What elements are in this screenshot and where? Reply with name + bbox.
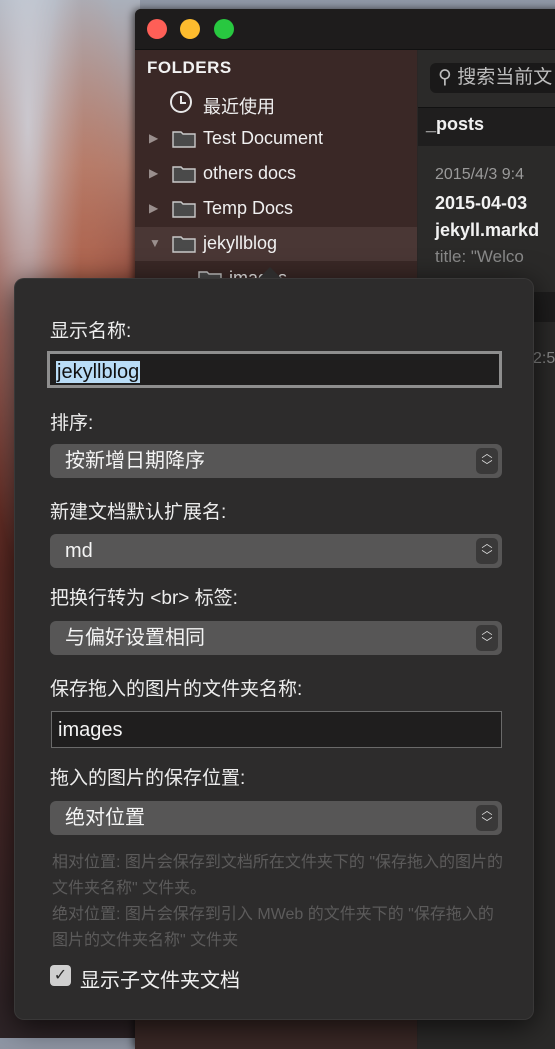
folder-settings-popover: 显示名称: jekyllblog 排序: 按新增日期降序 ︿ ﹀ 新建文档默认扩展… — [14, 267, 534, 1020]
disclosure-triangle-icon[interactable]: ▶ — [149, 166, 158, 180]
show-subfolder-docs-label: 显示子文件夹文档 — [80, 970, 240, 992]
sort-label: 排序: — [50, 413, 94, 434]
help-text-relative: 相对位置: 图片会保存到文档所在文件夹下的 "保存拖入的图片的文件夹名称" 文件… — [52, 854, 504, 897]
sidebar-item-label: 最近使用 — [203, 97, 275, 117]
sidebar-title: FOLDERS — [147, 58, 232, 77]
document-snippet: title: "Welco — [435, 247, 524, 266]
section-header: _posts — [418, 107, 555, 146]
br-value: 与偏好设置相同 — [65, 627, 205, 649]
clock-icon — [170, 91, 192, 113]
display-name-field[interactable]: jekyllblog — [47, 351, 502, 388]
sidebar-item-temp-docs[interactable]: ▶ Temp Docs — [135, 192, 417, 226]
sidebar-item-label: Test Document — [203, 128, 324, 148]
display-name-value: jekyllblog — [56, 361, 141, 383]
extension-select[interactable]: md ︿ ﹀ — [50, 534, 502, 568]
document-date: 2015/4/3 9:4 — [435, 166, 524, 183]
title-bar — [135, 9, 555, 50]
br-label: 把换行转为 <br> 标签: — [50, 588, 238, 609]
chevron-updown-icon: ︿ ﹀ — [476, 805, 498, 831]
sidebar-item-test-document[interactable]: ▶ Test Document — [135, 122, 417, 156]
folder-icon — [172, 166, 196, 183]
zoom-button[interactable] — [214, 19, 234, 39]
sidebar-item-label: Temp Docs — [203, 198, 294, 218]
image-folder-field[interactable]: images — [51, 711, 502, 748]
show-subfolder-docs-checkbox[interactable]: ✓ — [50, 965, 71, 986]
folder-icon — [172, 201, 196, 218]
help-text-absolute: 绝对位置: 图片会保存到引入 MWeb 的文件夹下的 "保存拖入的图片的文件夹名… — [52, 906, 494, 949]
sidebar-item-others-docs[interactable]: ▶ others docs — [135, 157, 417, 191]
sidebar-item-label: jekyllblog — [203, 233, 278, 253]
extension-label: 新建文档默认扩展名: — [50, 502, 227, 523]
close-button[interactable] — [147, 19, 167, 39]
document-title: 2015-04-03 — [435, 193, 528, 213]
disclosure-triangle-expanded-icon[interactable]: ▼ — [149, 236, 161, 250]
sort-value: 按新增日期降序 — [65, 450, 205, 472]
popover-arrow — [259, 267, 281, 278]
section-header-label: _posts — [426, 114, 485, 134]
folder-icon — [172, 131, 196, 148]
disclosure-triangle-icon[interactable]: ▶ — [149, 131, 158, 145]
minimize-button[interactable] — [180, 19, 200, 39]
search-icon: ⚲ — [438, 67, 452, 88]
sidebar-item-recent[interactable]: 最近使用 — [135, 87, 417, 121]
sidebar-item-jekyllblog[interactable]: ▼ jekyllblog — [135, 227, 417, 261]
chevron-updown-icon: ︿ ﹀ — [476, 538, 498, 564]
folder-icon — [172, 236, 196, 253]
extension-value: md — [65, 540, 93, 562]
search-field[interactable]: ⚲ 搜索当前文 — [430, 63, 555, 93]
image-folder-label: 保存拖入的图片的文件夹名称: — [50, 679, 303, 700]
image-position-label: 拖入的图片的保存位置: — [50, 768, 246, 789]
disclosure-triangle-icon[interactable]: ▶ — [149, 201, 158, 215]
sidebar-item-label: others docs — [203, 163, 297, 183]
chevron-updown-icon: ︿ ﹀ — [476, 448, 498, 474]
image-position-select[interactable]: 绝对位置 ︿ ﹀ — [50, 801, 502, 835]
document-date: 2:5 — [533, 350, 555, 367]
chevron-updown-icon: ︿ ﹀ — [476, 625, 498, 651]
br-select[interactable]: 与偏好设置相同 ︿ ﹀ — [50, 621, 502, 655]
display-name-label: 显示名称: — [50, 321, 132, 342]
help-text: 相对位置: 图片会保存到文档所在文件夹下的 "保存拖入的图片的文件夹名称" 文件… — [52, 850, 508, 954]
image-position-value: 绝对位置 — [65, 807, 145, 829]
sort-select[interactable]: 按新增日期降序 ︿ ﹀ — [50, 444, 502, 478]
search-placeholder: 搜索当前文 — [457, 67, 553, 88]
image-folder-value: images — [58, 719, 123, 741]
document-title-line2: jekyll.markd — [435, 220, 540, 240]
